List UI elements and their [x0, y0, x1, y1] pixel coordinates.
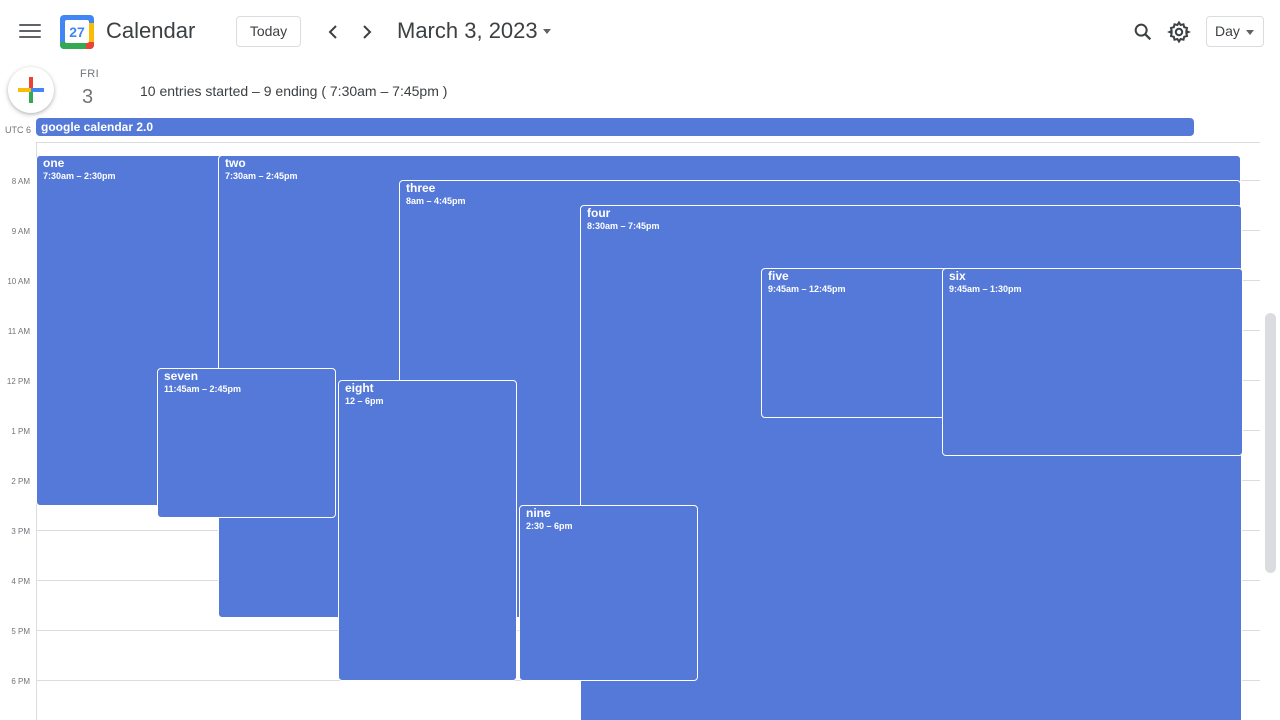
event-time: 7:30am – 2:30pm [43, 171, 116, 181]
today-button[interactable]: Today [236, 16, 301, 47]
event-time: 12 – 6pm [345, 396, 384, 406]
logo-day-number: 27 [65, 20, 89, 43]
hour-label: 4 PM [11, 577, 30, 586]
hour-label: 9 AM [11, 227, 30, 236]
hamburger-menu-icon [19, 24, 41, 26]
event-nine[interactable]: nine 2:30 – 6pm [519, 505, 698, 681]
gear-icon [1167, 20, 1191, 44]
chevron-right-icon [363, 25, 372, 39]
timezone-label: UTC 6 [5, 125, 32, 135]
hour-label: 8 AM [11, 177, 30, 186]
view-selector-dropdown[interactable]: Day [1206, 16, 1264, 47]
event-title: six [949, 269, 966, 283]
event-title: five [768, 269, 789, 283]
event-time: 9:45am – 1:30pm [949, 284, 1022, 294]
event-eight[interactable]: eight 12 – 6pm [338, 380, 517, 681]
search-button[interactable] [1132, 21, 1154, 43]
top-bar: 27 Calendar Today March 3, 2023 Day [0, 0, 1280, 64]
event-time: 11:45am – 2:45pm [164, 384, 242, 394]
vertical-scrollbar[interactable] [1265, 313, 1276, 573]
day-of-week-label: FRI [80, 68, 100, 80]
hour-label: 1 PM [11, 427, 30, 436]
view-selector-label: Day [1215, 23, 1240, 39]
hour-label: 6 PM [11, 677, 30, 686]
event-five[interactable]: five 9:45am – 12:45pm [761, 268, 961, 418]
settings-button[interactable] [1167, 20, 1191, 44]
event-title: two [225, 156, 246, 170]
previous-day-button[interactable] [321, 20, 345, 44]
chevron-down-icon[interactable] [543, 29, 551, 34]
event-title: three [406, 181, 436, 195]
hour-label: 3 PM [11, 527, 30, 536]
event-title: seven [164, 369, 199, 383]
event-seven[interactable]: seven 11:45am – 2:45pm [157, 368, 336, 518]
grid-line [36, 142, 1260, 143]
plus-icon [18, 77, 44, 103]
event-title: nine [526, 506, 551, 520]
event-title: four [587, 206, 611, 220]
hour-label: 12 PM [6, 377, 30, 386]
calendar-logo-icon: 27 [60, 15, 94, 49]
event-six[interactable]: six 9:45am – 1:30pm [942, 268, 1243, 456]
current-date-title[interactable]: March 3, 2023 [397, 18, 538, 44]
all-day-event[interactable]: google calendar 2.0 [36, 118, 1194, 136]
app-title[interactable]: Calendar [106, 18, 195, 44]
hour-label: 2 PM [11, 477, 30, 486]
hour-label: 10 AM [7, 277, 30, 286]
day-number[interactable]: 3 [82, 86, 93, 109]
event-time: 2:30 – 6pm [526, 521, 573, 531]
chevron-down-icon [1246, 30, 1254, 35]
search-icon [1134, 23, 1152, 41]
event-title: one [43, 156, 65, 170]
chevron-left-icon [328, 25, 337, 39]
day-summary: 10 entries started – 9 ending ( 7:30am –… [140, 83, 448, 99]
create-event-button[interactable] [8, 67, 54, 113]
event-title: eight [345, 381, 374, 395]
next-day-button[interactable] [355, 20, 379, 44]
event-time: 8:30am – 7:45pm [587, 221, 660, 231]
main-menu-button[interactable] [19, 22, 41, 42]
hour-label: 11 AM [7, 327, 30, 336]
event-time: 9:45am – 12:45pm [768, 284, 846, 294]
hour-label: 5 PM [11, 627, 30, 636]
